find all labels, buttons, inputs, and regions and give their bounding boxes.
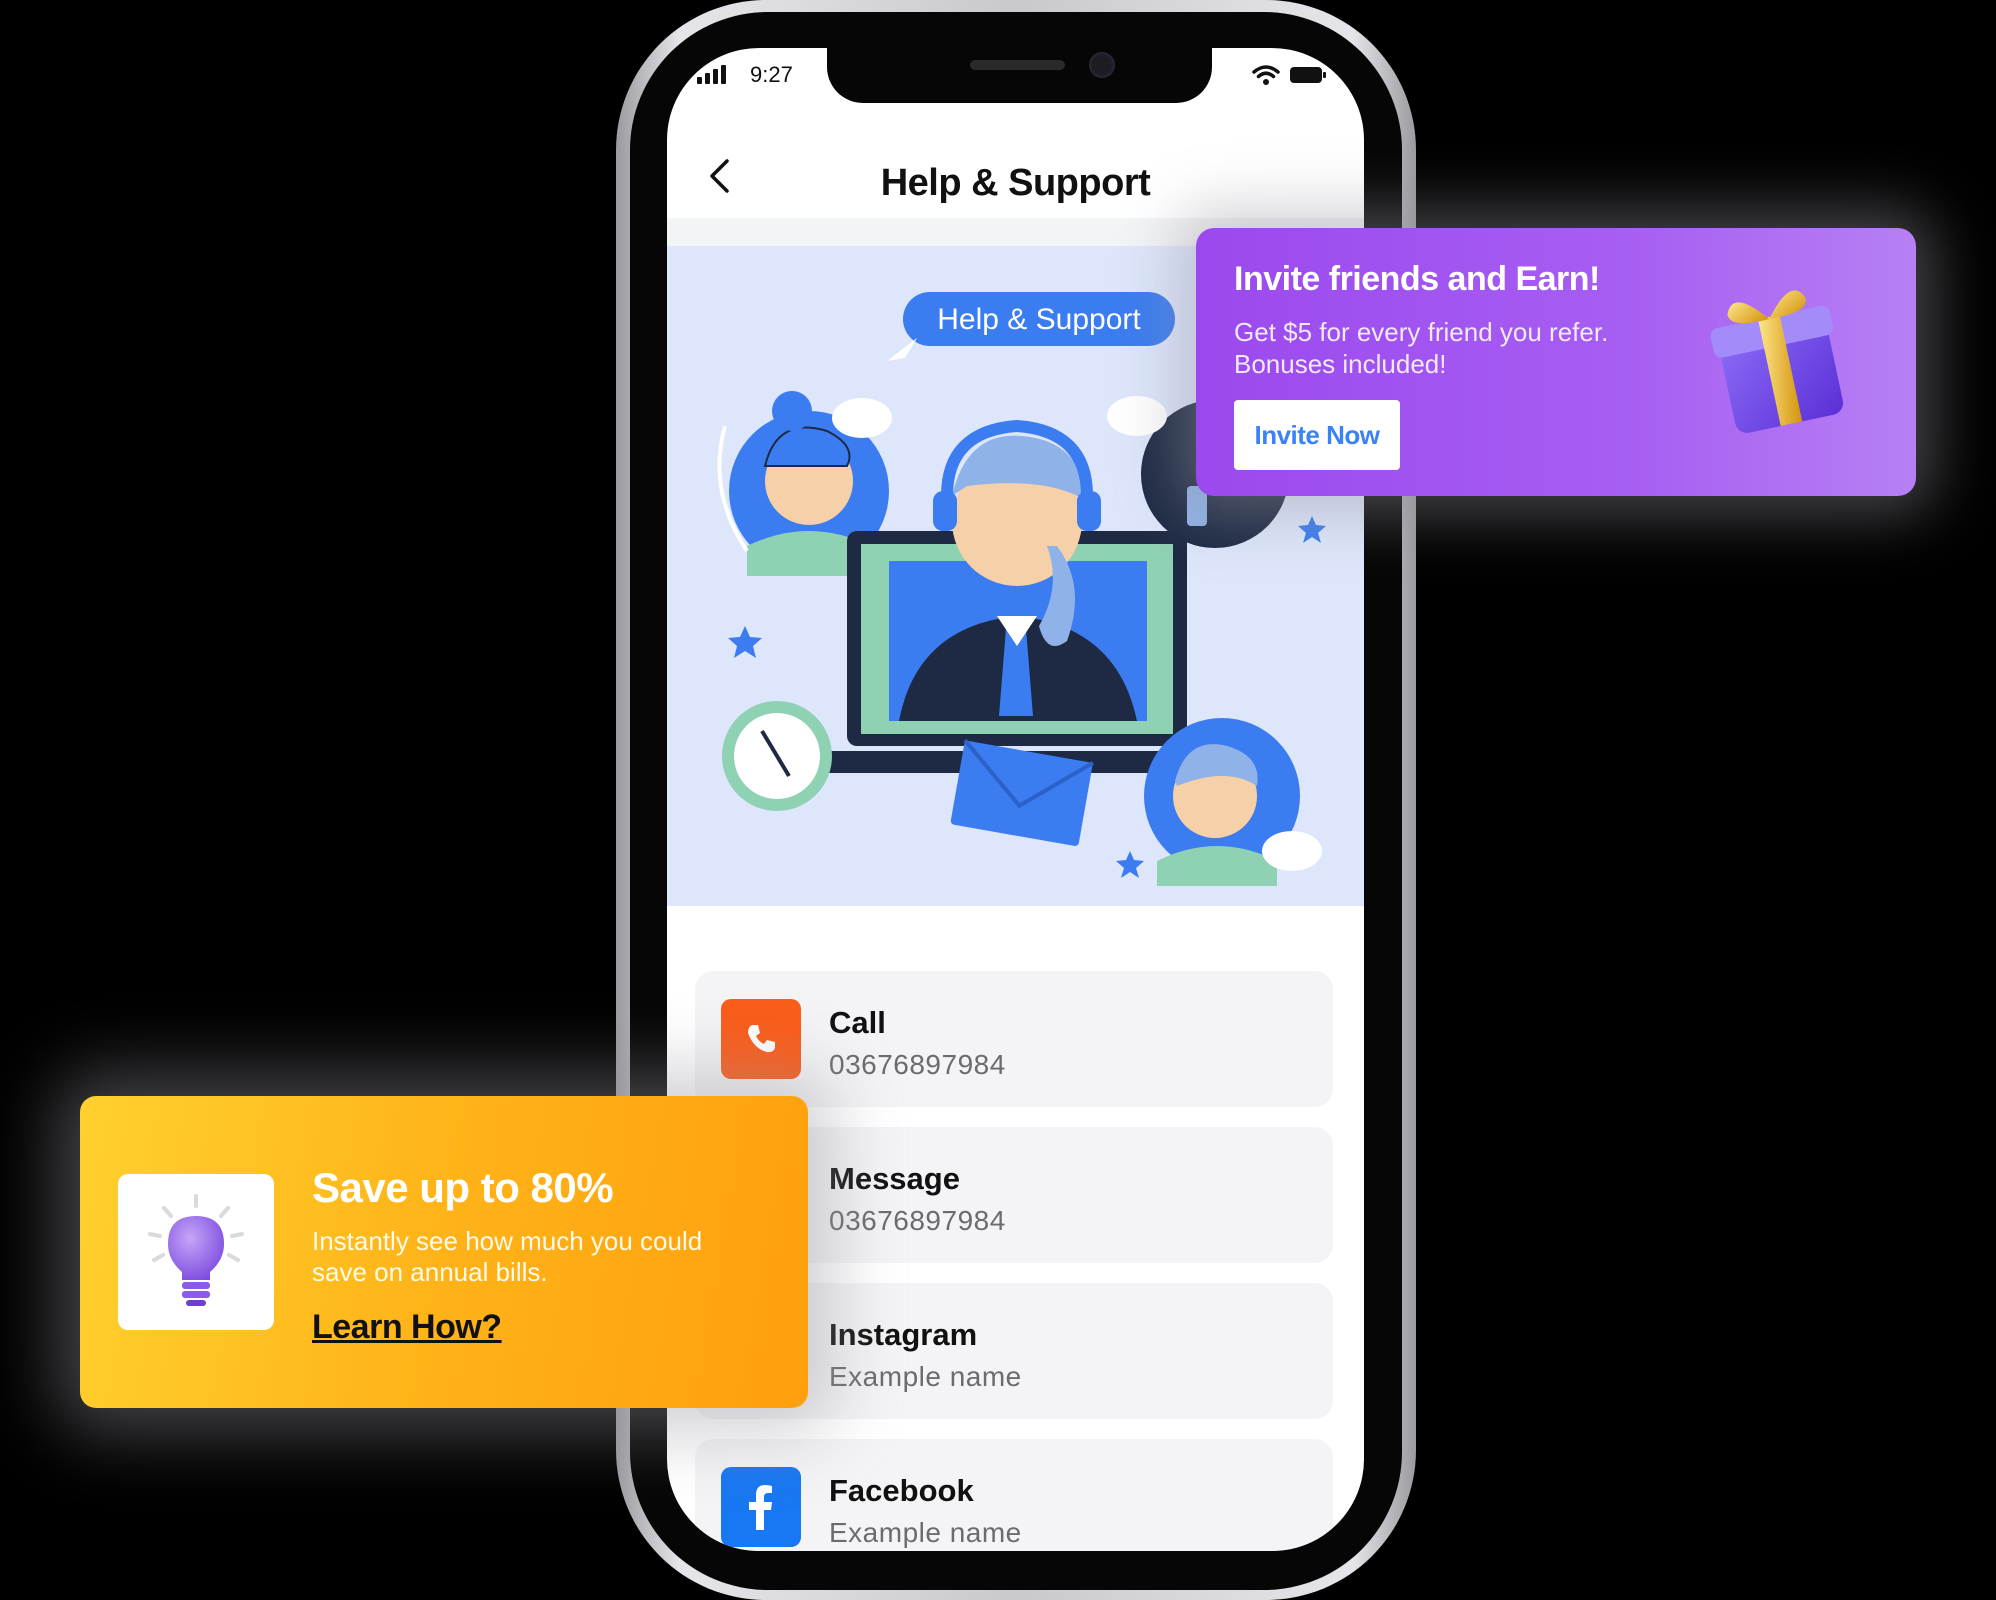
speaker — [970, 60, 1065, 70]
battery-icon — [1290, 67, 1326, 83]
phone-icon — [721, 999, 801, 1079]
contact-title: Call — [829, 1005, 886, 1040]
contact-card-facebook[interactable]: Facebook Example name — [695, 1439, 1333, 1551]
invite-description: Get $5 for every friend you refer. Bonus… — [1234, 317, 1609, 379]
contact-title: Facebook — [829, 1473, 974, 1508]
status-time: 9:27 — [750, 62, 793, 87]
contact-title: Message — [829, 1161, 960, 1196]
invite-title: Invite friends and Earn! — [1234, 260, 1600, 298]
contact-title: Instagram — [829, 1317, 978, 1352]
header: Help & Support — [667, 128, 1364, 218]
savings-promo-card: Save up to 80% Instantly see how much yo… — [80, 1096, 808, 1408]
facebook-icon — [721, 1467, 801, 1547]
invite-now-button[interactable]: Invite Now — [1234, 400, 1400, 470]
contact-subtitle: Example name — [829, 1517, 1022, 1548]
contact-subtitle: 03676897984 — [829, 1205, 1006, 1236]
gift-icon — [1710, 290, 1844, 433]
save-title: Save up to 80% — [312, 1164, 614, 1211]
contact-subtitle: 03676897984 — [829, 1049, 1006, 1080]
contact-subtitle: Example name — [829, 1361, 1022, 1392]
save-description: Instantly see how much you could save on… — [312, 1226, 703, 1287]
invite-promo-card: Invite friends and Earn! Get $5 for ever… — [1196, 228, 1916, 496]
contact-card-call[interactable]: Call 03676897984 — [695, 971, 1333, 1107]
camera — [1089, 52, 1115, 78]
notch — [827, 48, 1212, 103]
lightbulb-icon — [148, 1194, 244, 1306]
illustration-bubble-text: Help & Support — [937, 303, 1141, 336]
wifi-icon — [1252, 65, 1280, 85]
signal-icon — [697, 65, 726, 84]
page-title: Help & Support — [880, 162, 1151, 204]
learn-how-link[interactable]: Learn How? — [312, 1308, 502, 1347]
lightbulb-tile — [118, 1174, 274, 1330]
